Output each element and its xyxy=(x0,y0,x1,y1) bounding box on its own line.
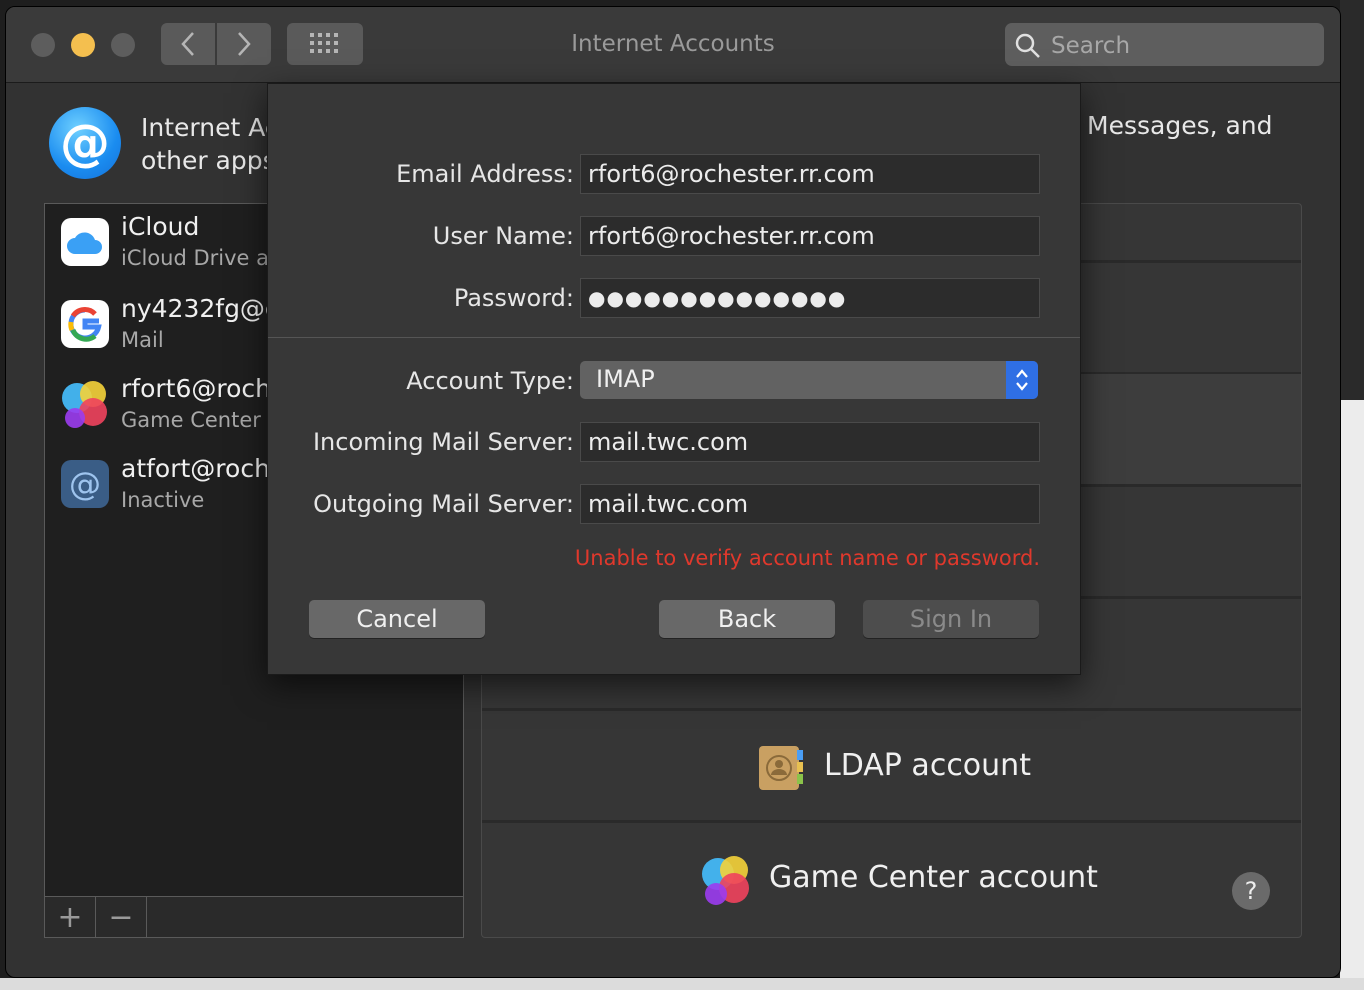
account-setup-dialog: Email Address: User Name: Password: Acco… xyxy=(267,83,1081,675)
cancel-button[interactable]: Cancel xyxy=(309,600,485,638)
back-button[interactable]: Back xyxy=(659,600,835,638)
ldap-account-label: LDAP account xyxy=(824,748,1031,783)
account-name: rfort6@roch xyxy=(121,374,271,403)
incoming-server-field[interactable] xyxy=(580,422,1040,462)
list-toolbar: + − xyxy=(45,896,463,937)
header-line-1: Internet Ac xyxy=(141,113,279,142)
email-label: Email Address: xyxy=(396,160,574,188)
account-type-label: Account Type: xyxy=(406,367,574,395)
account-name: iCloud xyxy=(121,212,200,241)
account-name: ny4232fg@g xyxy=(121,294,281,323)
email-row: Email Address: xyxy=(268,154,1080,194)
game-center-icon xyxy=(57,376,113,432)
section-divider xyxy=(268,337,1080,338)
icloud-icon xyxy=(61,218,109,266)
provider-row-ldap[interactable]: LDAP account xyxy=(482,710,1301,823)
account-type-value: IMAP xyxy=(596,365,655,393)
account-name: atfort@roch xyxy=(121,454,270,483)
desktop-bottom-strip xyxy=(0,978,1364,990)
username-row: User Name: xyxy=(268,216,1080,256)
title-bar: Internet Accounts xyxy=(6,7,1340,83)
desktop-background xyxy=(1340,0,1364,400)
updown-arrows-icon xyxy=(1006,361,1038,399)
error-message: Unable to verify account name or passwor… xyxy=(574,546,1040,570)
sign-in-button[interactable]: Sign In xyxy=(863,600,1039,638)
help-button[interactable]: ? xyxy=(1232,872,1270,910)
desktop-background-window xyxy=(1340,400,1364,990)
incoming-server-label: Incoming Mail Server: xyxy=(312,428,574,456)
contacts-book-icon xyxy=(757,744,805,792)
google-icon xyxy=(61,300,109,348)
internet-accounts-icon: @ xyxy=(49,107,121,179)
incoming-server-row: Incoming Mail Server: xyxy=(268,422,1080,462)
remove-account-button[interactable]: − xyxy=(96,897,147,937)
header-description: Internet Ac other apps xyxy=(141,111,279,177)
header-description-right: Messages, and xyxy=(1087,111,1273,140)
header-line-2: other apps xyxy=(141,146,276,175)
password-row: Password: xyxy=(268,278,1080,318)
password-label: Password: xyxy=(453,284,574,312)
add-account-button[interactable]: + xyxy=(45,897,96,937)
account-subtitle: Game Center xyxy=(121,408,261,432)
at-sign-icon: @ xyxy=(61,460,109,508)
search-input[interactable] xyxy=(1049,23,1313,68)
password-field[interactable] xyxy=(580,278,1040,318)
game-center-account-label: Game Center account xyxy=(769,860,1098,895)
account-type-row: Account Type: IMAP xyxy=(268,361,1080,401)
outgoing-server-label: Outgoing Mail Server: xyxy=(313,490,574,518)
username-label: User Name: xyxy=(432,222,574,250)
provider-row-game-center[interactable]: Game Center account xyxy=(482,822,1301,932)
outgoing-server-field[interactable] xyxy=(580,484,1040,524)
game-center-icon xyxy=(696,850,756,910)
email-field[interactable] xyxy=(580,154,1040,194)
account-subtitle: iCloud Drive a xyxy=(121,246,270,270)
outgoing-server-row: Outgoing Mail Server: xyxy=(268,484,1080,524)
account-subtitle: Mail xyxy=(121,328,164,352)
account-subtitle: Inactive xyxy=(121,488,205,512)
account-type-select[interactable]: IMAP xyxy=(580,361,1038,399)
internet-accounts-window: Internet Accounts @ Internet Ac other ap… xyxy=(5,6,1341,978)
username-field[interactable] xyxy=(580,216,1040,256)
search-icon xyxy=(1015,33,1040,58)
search-field[interactable] xyxy=(1005,23,1324,68)
